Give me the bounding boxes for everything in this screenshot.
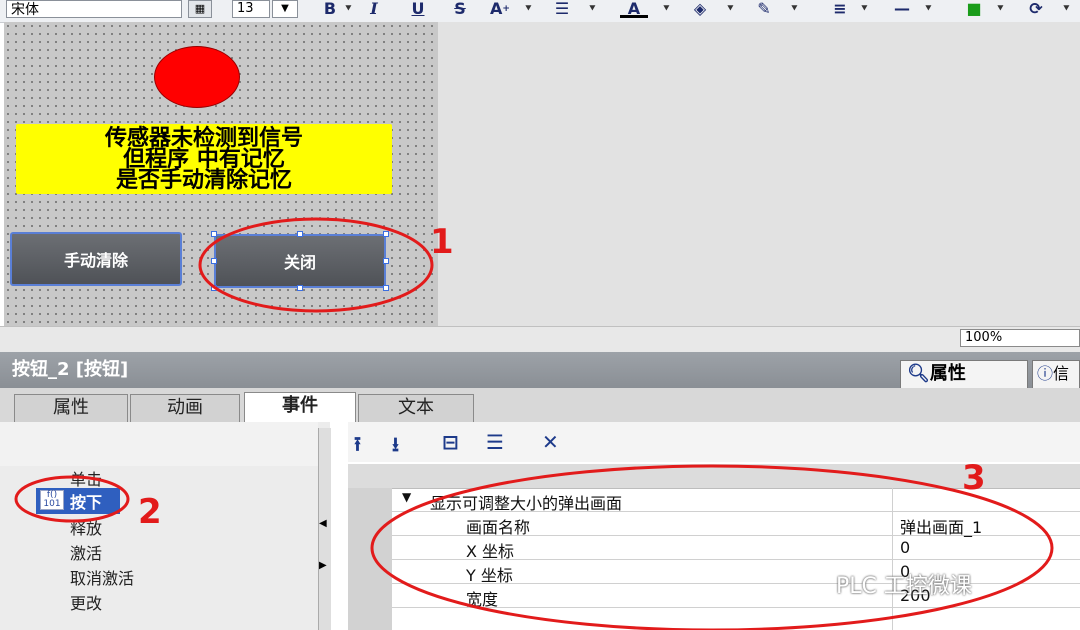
param-name: Y 坐标 (466, 566, 513, 585)
tab-label: 属性 (929, 363, 966, 384)
chevron-down-icon[interactable]: ⯆ (662, 2, 671, 16)
move-up-icon[interactable]: ⭱ (354, 430, 361, 464)
rotate-icon[interactable]: ⟳ (1022, 0, 1050, 18)
canvas-scroll-strip (0, 326, 438, 353)
tab-animations[interactable]: 动画 (130, 394, 240, 422)
font-list-button[interactable]: ▦ (188, 0, 212, 18)
chevron-down-icon[interactable]: ▼ (402, 490, 411, 504)
font-name-field[interactable]: 宋体 (6, 0, 182, 18)
annotation-number: 1 (430, 222, 454, 262)
resize-handle[interactable] (383, 285, 389, 291)
zoom-field[interactable]: 100% (960, 329, 1080, 347)
param-name: 宽度 (466, 590, 499, 609)
button-label: 关闭 (283, 253, 316, 272)
event-item-change[interactable]: 更改 (70, 590, 102, 614)
annotation-number: 3 (962, 458, 986, 498)
event-item-activate[interactable]: 激活 (70, 540, 102, 564)
chevron-down-icon[interactable]: ⯆ (588, 2, 597, 16)
param-row[interactable]: X 坐标 0 (392, 536, 1080, 561)
fill-color-icon[interactable]: ◈ (686, 0, 714, 18)
resize-handle[interactable] (297, 231, 303, 237)
event-item-deactivate[interactable]: 取消激活 (70, 565, 134, 589)
resize-handle[interactable] (383, 231, 389, 237)
button-label: 手动清除 (63, 251, 128, 270)
event-item-click[interactable]: 单击 (70, 466, 102, 490)
font-size-field[interactable]: 13 (232, 0, 270, 18)
splitter-scrollbar[interactable] (318, 428, 331, 630)
param-name: X 坐标 (466, 542, 515, 561)
font-color-button[interactable]: A (620, 0, 648, 18)
inspector-title: 按钮_2 [按钮] (12, 359, 129, 380)
line-style-icon[interactable]: — (888, 0, 916, 18)
italic-button[interactable]: I (362, 0, 386, 18)
collapse-icon[interactable]: ⊟ (442, 430, 459, 454)
chevron-down-icon[interactable]: ⯆ (726, 2, 735, 16)
line-color-icon[interactable]: ✎ (750, 0, 778, 18)
tab-events[interactable]: 事件 (244, 392, 356, 422)
list-icon[interactable]: ☰ (486, 430, 504, 454)
function-list-icon: f() 101 (40, 490, 64, 510)
strikethrough-button[interactable]: S (446, 0, 474, 18)
chevron-down-icon[interactable]: ⯆ (1062, 2, 1071, 16)
annotation-number: 2 (138, 492, 162, 532)
column-divider (892, 488, 893, 630)
tab-texts[interactable]: 文本 (358, 394, 474, 422)
chevron-left-icon[interactable]: ◀ (319, 518, 327, 529)
tab-properties[interactable]: 属性 (14, 394, 128, 422)
resize-handle[interactable] (211, 258, 217, 264)
param-name: 画面名称 (466, 518, 531, 537)
tab-info[interactable]: ⓘ信 (1032, 360, 1080, 388)
align-icon[interactable]: ☰ (548, 0, 576, 18)
chevron-down-icon[interactable]: ▼ (272, 0, 298, 18)
info-icon: ⓘ (1037, 364, 1054, 383)
grid-gutter (348, 488, 392, 630)
message-text-field[interactable]: 传感器未检测到信号 但程序 中有记忆 是否手动清除记忆 (16, 124, 392, 194)
close-button[interactable]: 关闭 (214, 234, 386, 288)
chevron-down-icon[interactable]: ⯆ (924, 2, 933, 16)
param-value[interactable]: 弹出画面_1 (900, 514, 982, 538)
event-item-release[interactable]: 释放 (70, 515, 102, 539)
resize-handle[interactable] (211, 231, 217, 237)
watermark: PLC 工控微课 (836, 574, 972, 599)
chevron-down-icon[interactable]: ⯆ (996, 2, 1005, 16)
magnifier-icon: 🔍︎ (907, 363, 930, 384)
bold-button[interactable]: B (316, 0, 344, 18)
move-down-icon[interactable]: ⭳ (392, 430, 399, 464)
indicator-lamp[interactable] (154, 46, 240, 108)
delete-icon[interactable]: ✕ (542, 430, 559, 454)
manual-clear-button[interactable]: 手动清除 (10, 232, 182, 286)
param-row[interactable]: 画面名称 弹出画面_1 (392, 512, 1080, 538)
message-line: 是否手动清除记忆 (115, 166, 292, 193)
chevron-down-icon[interactable]: ⯆ (524, 2, 533, 16)
line-weight-icon[interactable]: ≡ (826, 0, 854, 18)
chevron-down-icon[interactable]: ⯆ (344, 2, 353, 16)
chevron-down-icon[interactable]: ⯆ (860, 2, 869, 16)
event-item-press[interactable]: 按下 (70, 489, 102, 513)
tab-label: 信 (1053, 364, 1070, 383)
param-row[interactable]: Y 坐标 0 (392, 560, 1080, 585)
chevron-down-icon[interactable]: ⯆ (790, 2, 799, 16)
resize-handle[interactable] (383, 258, 389, 264)
layer-color-icon[interactable]: ■ (960, 0, 988, 18)
param-row[interactable]: 宽度 200 (392, 584, 1080, 609)
tab-properties-main[interactable]: 🔍︎属性 (900, 360, 1028, 388)
underline-button[interactable]: U (404, 0, 432, 18)
resize-handle[interactable] (211, 285, 217, 291)
editor-background (438, 22, 1080, 326)
chevron-right-icon[interactable]: ▶ (319, 560, 327, 571)
param-value[interactable]: 0 (900, 538, 910, 557)
resize-handle[interactable] (297, 285, 303, 291)
function-name: 显示可调整大小的弹出画面 (430, 494, 623, 513)
event-list-header (0, 422, 318, 466)
font-grow-button[interactable]: A+ (486, 0, 514, 18)
